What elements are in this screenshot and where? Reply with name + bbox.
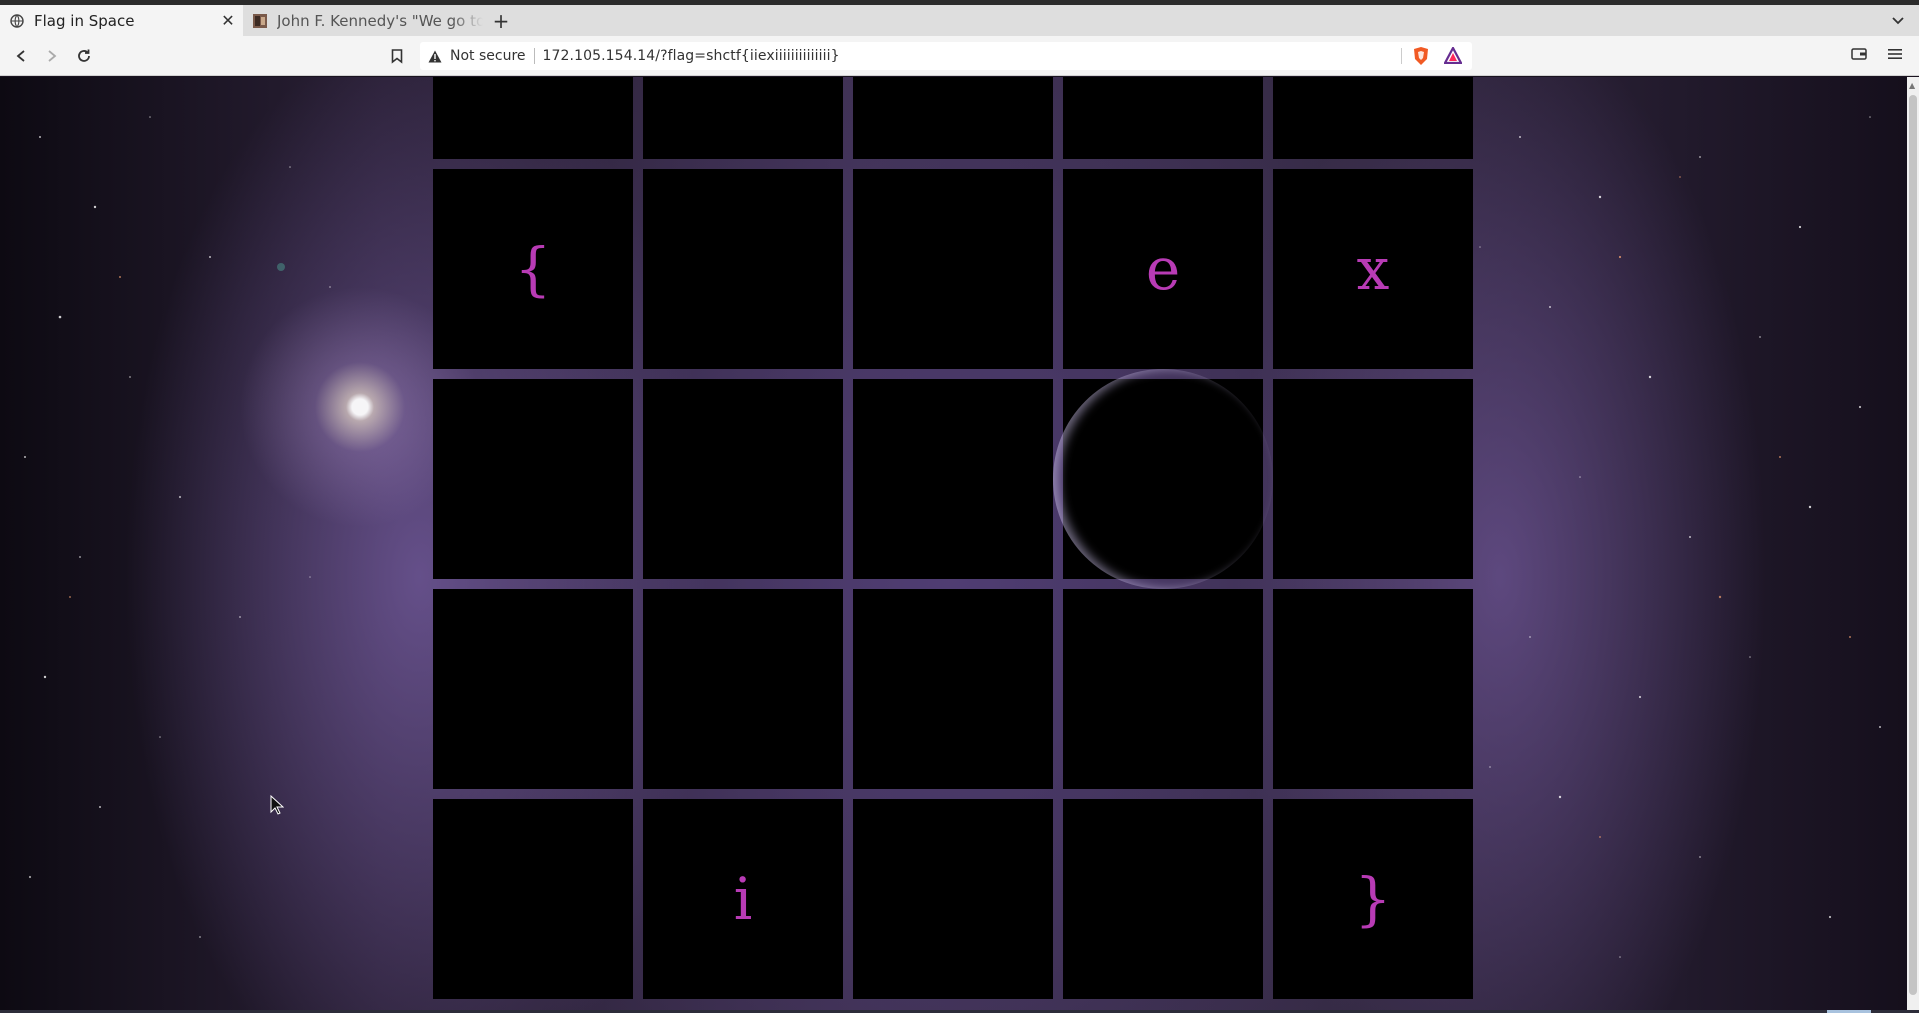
url-text[interactable]: 172.105.154.14/?flag=shctf{iiexiiiiiiiii… [543, 48, 840, 64]
forward-arrow-icon[interactable] [40, 44, 64, 68]
vertical-scrollbar[interactable]: ▲ [1907, 77, 1919, 1010]
grid-cell [643, 77, 843, 159]
back-arrow-icon[interactable] [9, 44, 33, 68]
mouse-pointer-icon [270, 794, 285, 819]
address-bar[interactable]: Not secure 172.105.154.14/?flag=shctf{ii… [420, 42, 1472, 70]
scrollbar-thumb[interactable] [1909, 95, 1917, 995]
grid-cell [1273, 589, 1473, 789]
tab-title: John F. Kennedy's "We go to t [277, 11, 483, 30]
grid-cell [433, 379, 633, 579]
tab-jfk-speech[interactable]: John F. Kennedy's "We go to t [243, 5, 483, 36]
brave-shields-icon[interactable] [1412, 46, 1430, 70]
grid-cell [853, 379, 1053, 579]
grid-cell: } [1273, 799, 1473, 999]
tab-list-chevron-icon[interactable] [1891, 5, 1905, 36]
grid-cell [1063, 77, 1263, 159]
grid-cell [433, 589, 633, 789]
grid-cell: x [1273, 169, 1473, 369]
grid-cell [1273, 379, 1473, 579]
security-status[interactable]: Not secure [450, 48, 526, 64]
grid-cell: { [433, 169, 633, 369]
divider [533, 48, 535, 64]
grid-cell [643, 379, 843, 579]
page-viewport: { e x i } [0, 77, 1907, 1010]
grid-cell [1063, 589, 1263, 789]
warning-triangle-icon[interactable] [428, 50, 442, 63]
browser-toolbar: Not secure 172.105.154.14/?flag=shctf{ii… [0, 36, 1919, 76]
thumbnail-icon [253, 13, 267, 28]
globe-icon [10, 13, 24, 28]
divider [1401, 48, 1402, 64]
grid-cell: i [643, 799, 843, 999]
grid-cell [433, 77, 633, 159]
tab-title: Flag in Space [34, 11, 135, 30]
scroll-up-arrow-icon[interactable]: ▲ [1909, 81, 1915, 90]
grid-cell [433, 799, 633, 999]
grid-cell [1063, 379, 1263, 579]
grid-cell [853, 77, 1053, 159]
tab-strip: Flag in Space ✕ John F. Kennedy's "We go… [0, 5, 1919, 36]
wallet-icon[interactable] [1851, 46, 1867, 65]
grid-cell [1063, 799, 1263, 999]
tab-flag-in-space[interactable]: Flag in Space ✕ [0, 5, 243, 36]
grid-cell: e [1063, 169, 1263, 369]
grid-cell [853, 589, 1053, 789]
grid-cell [643, 169, 843, 369]
grid-cell [1273, 77, 1473, 159]
flag-grid: { e x i } [433, 77, 1473, 1010]
new-tab-button[interactable]: + [490, 5, 512, 36]
close-tab-icon[interactable]: ✕ [219, 11, 237, 30]
brave-rewards-icon[interactable] [1443, 45, 1463, 68]
bookmark-icon[interactable] [386, 44, 408, 68]
grid-cell [643, 589, 843, 789]
hamburger-menu-icon[interactable] [1888, 46, 1902, 66]
reload-icon[interactable] [72, 44, 96, 68]
grid-cell [853, 799, 1053, 999]
grid-cell [853, 169, 1053, 369]
